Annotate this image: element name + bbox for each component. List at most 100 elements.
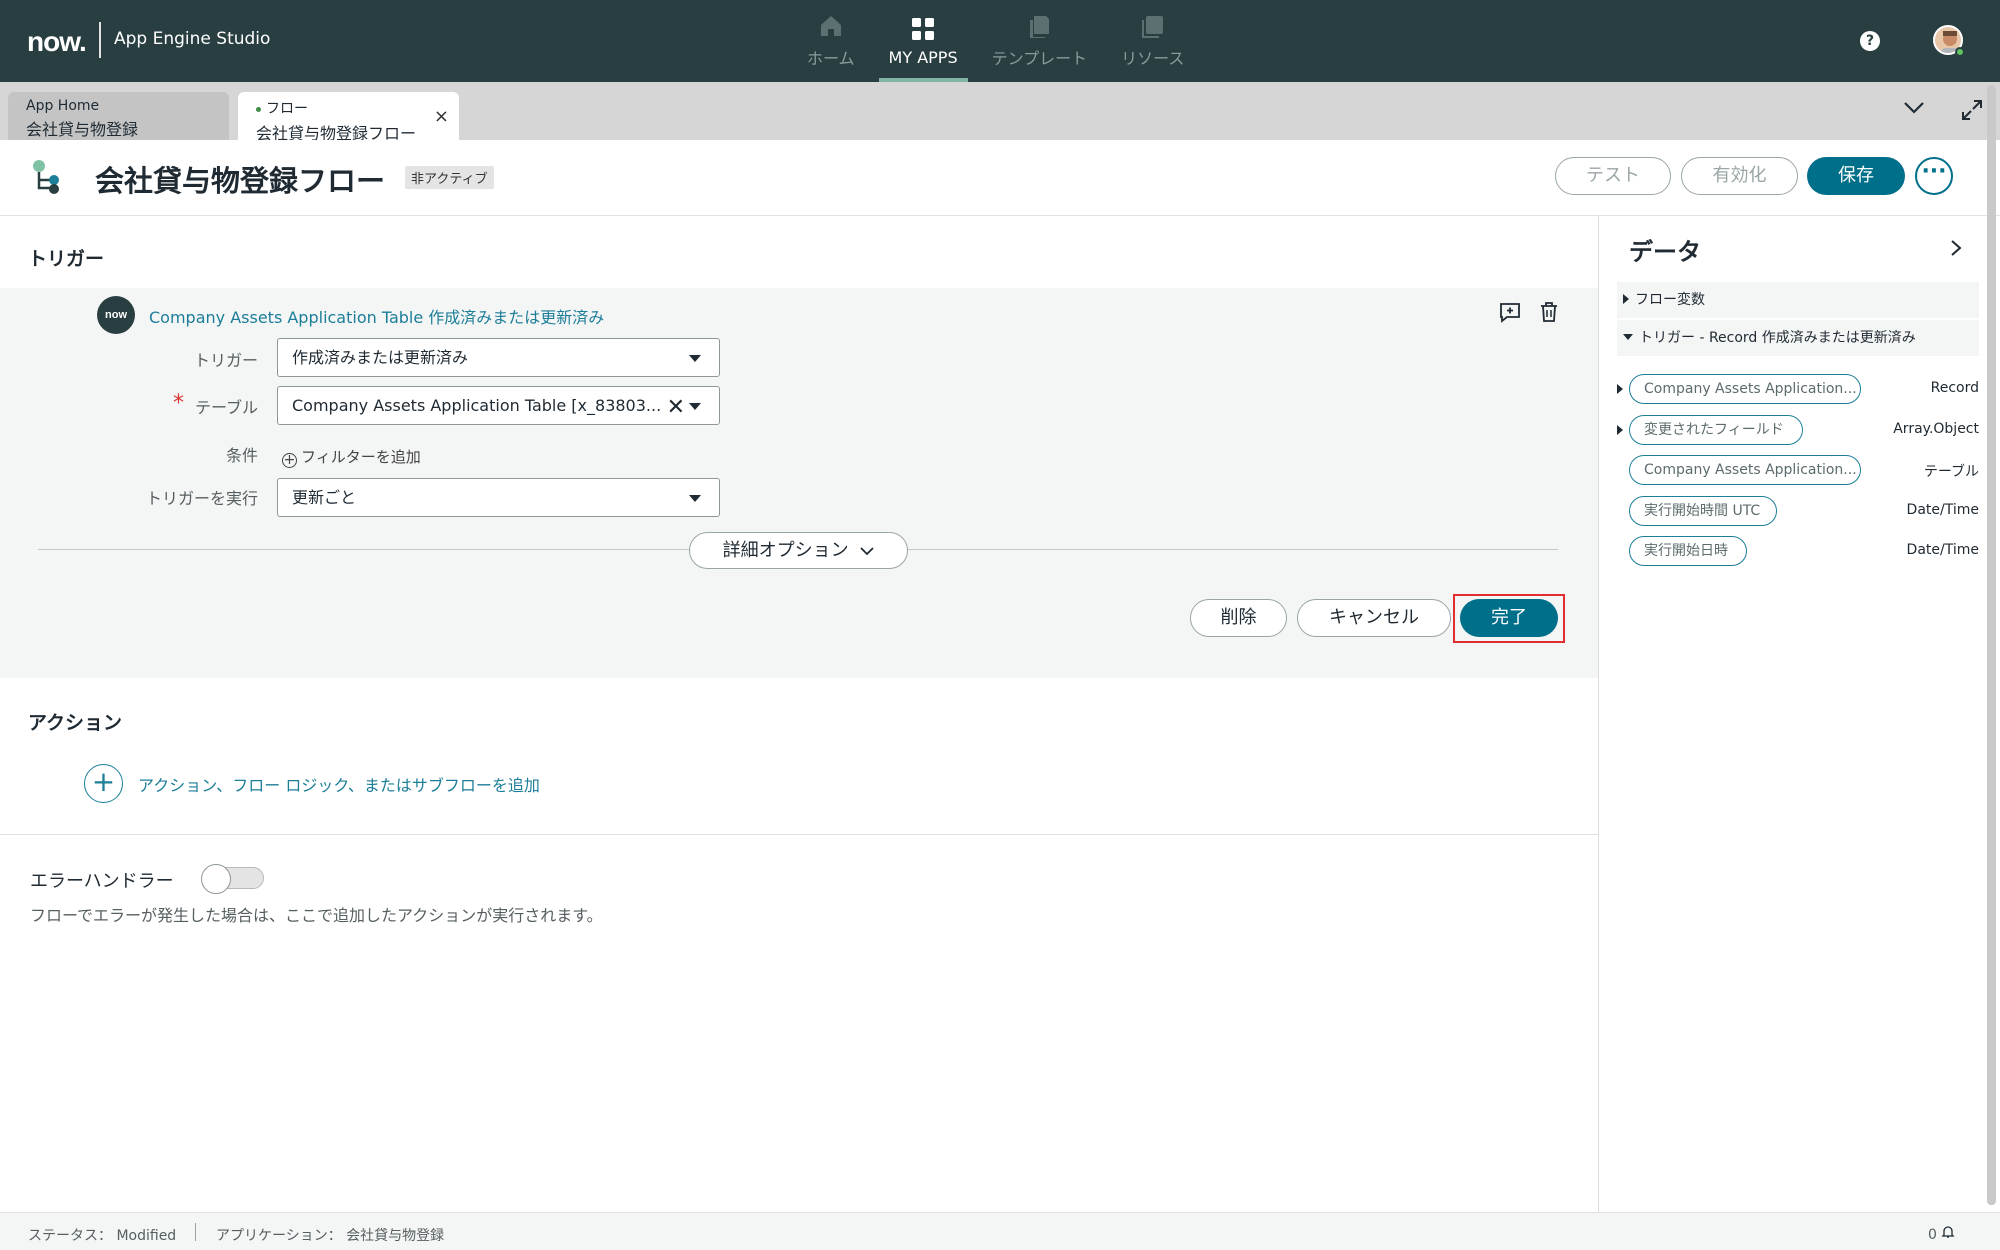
data-group-flow-variables[interactable]: フロー変数: [1617, 282, 1979, 318]
tab-app-home[interactable]: App Home 会社貸与物登録: [8, 92, 229, 140]
top-header: now. App Engine Studio ホーム MY APPS テンプレー…: [0, 0, 2000, 82]
plus-circle-icon: +: [282, 452, 297, 468]
table-select[interactable]: Company Assets Application Table [x_8380…: [277, 386, 720, 425]
data-pill[interactable]: Company Assets Application...: [1629, 374, 1861, 404]
help-icon[interactable]: ?: [1860, 31, 1880, 51]
nav-resources[interactable]: リソース: [1111, 0, 1194, 82]
notifications-indicator[interactable]: 0: [1928, 1225, 1955, 1243]
footer-divider: [195, 1223, 196, 1241]
presence-indicator: [1955, 47, 1965, 57]
run-trigger-select[interactable]: 更新ごと: [277, 478, 720, 517]
page-scrollbar[interactable]: [1987, 85, 1996, 1205]
tab-flow-subtitle: フロー: [266, 101, 308, 117]
toggle-knob: [201, 864, 231, 894]
divider: [0, 834, 1598, 835]
clear-icon[interactable]: ✕: [667, 389, 685, 426]
resources-icon: [1141, 16, 1163, 38]
footer-status: ステータス： Modified: [28, 1228, 177, 1244]
error-handler-description: フローでエラーが発生した場合は、ここで追加したアクションが実行されます。: [30, 906, 603, 925]
run-trigger-label: トリガーを実行: [145, 489, 258, 508]
unsaved-dot: [256, 106, 261, 112]
trigger-type-value: 作成済みまたは更新済み: [292, 348, 469, 367]
done-button-highlight: 完了: [1453, 594, 1565, 643]
app-title: App Engine Studio: [114, 29, 271, 49]
nav-my-apps[interactable]: MY APPS: [878, 0, 968, 82]
dropdown-caret-icon: [689, 495, 701, 502]
apps-grid-icon: [912, 17, 935, 40]
template-icon: [1030, 16, 1050, 38]
cancel-button[interactable]: キャンセル: [1297, 599, 1451, 637]
data-panel: データ フロー変数 トリガー - Record 作成済みまたは更新済み Comp…: [1598, 216, 2000, 1212]
nav-resources-label: リソース: [1121, 49, 1185, 68]
data-pill-row: 変更されたフィールド Array.Object: [1617, 415, 1979, 447]
run-trigger-value: 更新ごと: [292, 488, 357, 507]
collapse-arrow-icon: [1623, 334, 1633, 340]
main-nav: ホーム MY APPS テンプレート リソース: [790, 0, 1201, 82]
error-handler-toggle[interactable]: [201, 864, 264, 894]
data-pill-row: Company Assets Application... テーブル: [1617, 455, 1979, 487]
flow-title-bar: 会社貸与物登録フロー 非アクティブ テスト 有効化 保存 ···: [0, 140, 2000, 216]
data-pill-row: Company Assets Application... Record: [1617, 374, 1979, 406]
data-group-label: フロー変数: [1635, 292, 1705, 308]
advanced-options-label: 詳細オプション: [722, 540, 849, 561]
chevron-down-icon: [860, 547, 874, 556]
advanced-options-button[interactable]: 詳細オプション: [689, 532, 908, 569]
dropdown-caret-icon: [689, 355, 701, 362]
data-pill-row: 実行開始時間 UTC Date/Time: [1617, 496, 1979, 528]
error-handler-label: エラーハンドラー: [30, 871, 174, 892]
trash-icon[interactable]: [1537, 300, 1561, 324]
nav-home[interactable]: ホーム: [797, 0, 865, 82]
status-footer: ステータス： Modified アプリケーション： 会社貸与物登録 0: [0, 1212, 2000, 1250]
chevron-right-icon[interactable]: [1948, 238, 1964, 258]
data-group-label: トリガー - Record 作成済みまたは更新済み: [1639, 330, 1916, 346]
table-field-label: テーブル: [194, 398, 258, 417]
done-button[interactable]: 完了: [1460, 599, 1558, 637]
nav-templates[interactable]: テンプレート: [982, 0, 1098, 82]
data-group-trigger[interactable]: トリガー - Record 作成済みまたは更新済み: [1617, 320, 1979, 356]
nav-templates-label: テンプレート: [991, 49, 1088, 68]
save-button[interactable]: 保存: [1807, 157, 1905, 195]
data-pill-type: Date/Time: [1906, 542, 1979, 558]
expand-arrow-icon[interactable]: [1617, 425, 1623, 435]
data-pill[interactable]: 実行開始時間 UTC: [1629, 496, 1777, 526]
dropdown-caret-icon[interactable]: [689, 403, 701, 410]
data-panel-title: データ: [1629, 238, 1701, 266]
flow-editor: トリガー now Company Assets Application Tabl…: [0, 216, 1598, 1212]
tab-app-home-subtitle: App Home: [26, 98, 100, 114]
now-logo-icon: now: [97, 296, 135, 334]
data-pill-type: Array.Object: [1893, 421, 1979, 437]
data-pill[interactable]: 変更されたフィールド: [1629, 415, 1803, 445]
delete-button[interactable]: 削除: [1190, 599, 1287, 637]
notification-count: 0: [1928, 1227, 1937, 1243]
expand-icon[interactable]: [1960, 98, 1984, 122]
trigger-section-title: トリガー: [28, 248, 105, 270]
add-filter-label: フィルターを追加: [301, 448, 421, 466]
tab-flow[interactable]: フロー 会社貸与物登録フロー ×: [238, 92, 459, 143]
action-section-title: アクション: [28, 712, 123, 734]
data-pill-type: Record: [1930, 380, 1979, 396]
data-pill[interactable]: 実行開始日時: [1629, 536, 1747, 566]
test-button[interactable]: テスト: [1555, 157, 1671, 195]
add-action-link[interactable]: アクション、フロー ロジック、またはサブフローを追加: [138, 772, 540, 796]
servicenow-logo[interactable]: now.: [27, 26, 87, 58]
tab-close-icon[interactable]: ×: [434, 106, 449, 127]
trigger-summary-link[interactable]: Company Assets Application Table 作成済みまたは…: [149, 304, 604, 328]
trigger-panel: now Company Assets Application Table 作成済…: [0, 288, 1598, 678]
nav-my-apps-label: MY APPS: [888, 47, 958, 67]
nav-home-label: ホーム: [807, 49, 855, 68]
trigger-type-select[interactable]: 作成済みまたは更新済み: [277, 338, 720, 377]
logo-divider: [99, 22, 101, 58]
data-pill-type: テーブル: [1923, 464, 1979, 480]
data-pill[interactable]: Company Assets Application...: [1629, 455, 1861, 485]
add-comment-icon[interactable]: [1498, 300, 1522, 324]
status-badge: 非アクティブ: [405, 166, 494, 189]
data-pill-row: 実行開始日時 Date/Time: [1617, 536, 1979, 568]
add-filter-button[interactable]: + フィルターを追加: [282, 446, 421, 468]
chevron-down-icon[interactable]: [1903, 101, 1925, 115]
more-options-button[interactable]: ···: [1915, 157, 1953, 195]
activate-button[interactable]: 有効化: [1681, 157, 1798, 195]
table-value: Company Assets Application Table [x_8380…: [292, 396, 662, 415]
home-icon: [820, 16, 841, 36]
expand-arrow-icon[interactable]: [1617, 384, 1623, 394]
add-action-icon[interactable]: +: [84, 764, 123, 803]
